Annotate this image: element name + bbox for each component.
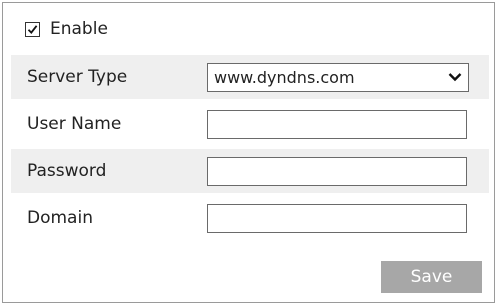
server-type-row: Server Type www.dyndns.com xyxy=(11,55,489,99)
check-icon xyxy=(27,24,38,34)
user-name-row: User Name xyxy=(11,102,489,146)
server-type-label: Server Type xyxy=(27,67,128,87)
server-type-select[interactable]: www.dyndns.com xyxy=(207,62,469,92)
domain-label: Domain xyxy=(27,208,93,228)
chevron-down-icon xyxy=(448,73,462,82)
domain-input[interactable] xyxy=(207,203,467,233)
user-name-input[interactable] xyxy=(207,109,467,139)
ddns-settings-panel: Enable Server Type www.dyndns.com User N… xyxy=(2,2,495,303)
user-name-label: User Name xyxy=(27,114,122,134)
save-button[interactable]: Save xyxy=(381,261,482,293)
enable-label: Enable xyxy=(50,19,108,39)
enable-checkbox[interactable] xyxy=(25,21,40,37)
server-type-value: www.dyndns.com xyxy=(214,67,355,87)
domain-row: Domain xyxy=(11,196,489,240)
password-label: Password xyxy=(27,161,107,181)
password-input[interactable] xyxy=(207,156,467,186)
password-row: Password xyxy=(11,149,489,193)
enable-row: Enable xyxy=(25,17,108,41)
